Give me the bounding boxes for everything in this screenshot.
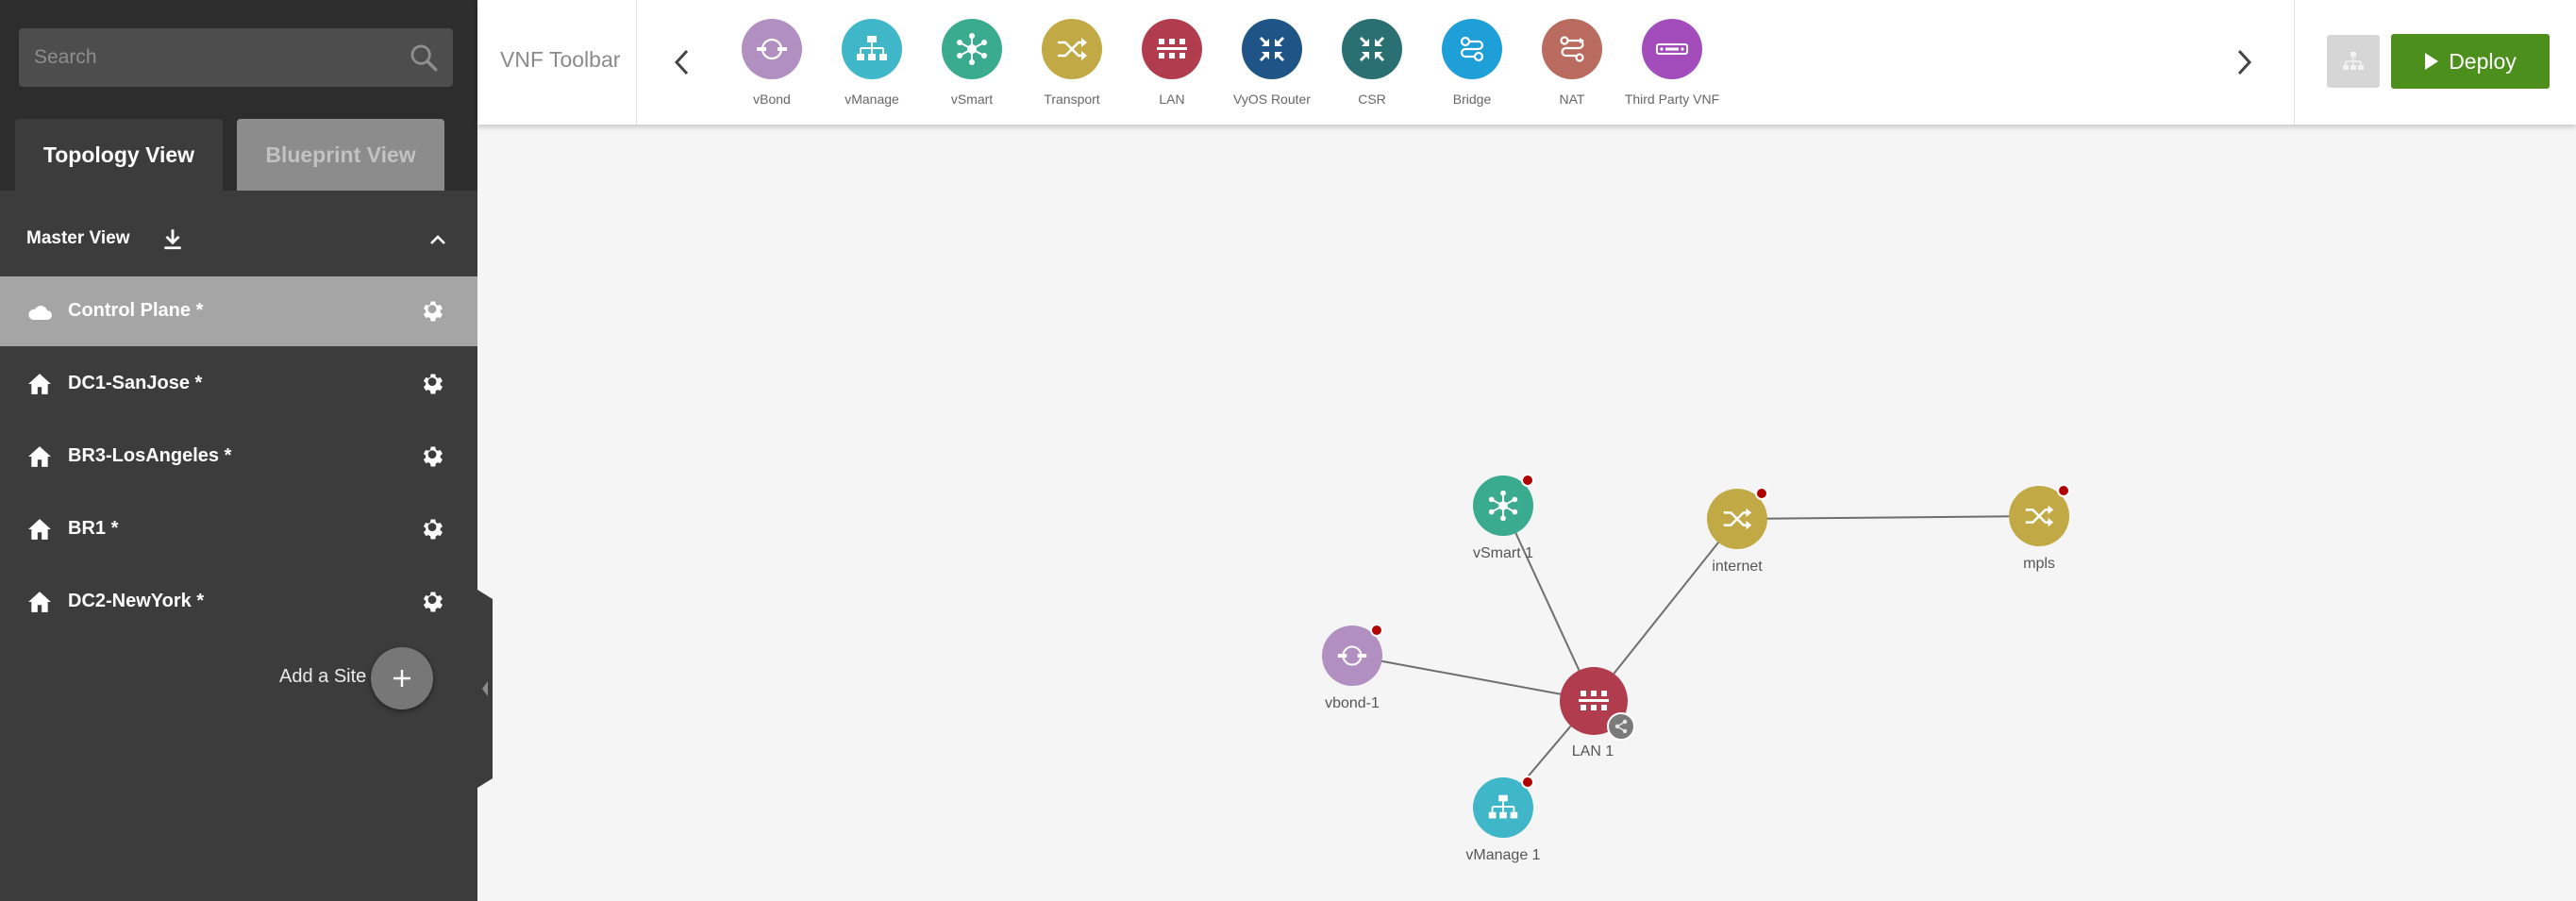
vsmart-icon bbox=[942, 19, 1002, 79]
site-label: DC2-NewYork * bbox=[68, 591, 205, 611]
topology-canvas[interactable]: vSmart 1 internet mpls vbond-1 LAN 1 vMa… bbox=[477, 125, 2576, 901]
deploy-button[interactable]: Deploy bbox=[2391, 34, 2550, 89]
site-item-br1[interactable]: BR1 * bbox=[0, 494, 477, 564]
tool-vbond[interactable]: vBond bbox=[725, 19, 819, 113]
node-label: vbond-1 bbox=[1325, 695, 1380, 711]
site-item-dc1-sanjose[interactable]: DC1-SanJose * bbox=[0, 349, 477, 419]
gear-icon[interactable] bbox=[419, 516, 445, 542]
node-label: vSmart 1 bbox=[1472, 545, 1533, 561]
vyos-router-icon bbox=[1242, 19, 1302, 79]
transport-icon bbox=[1723, 508, 1752, 530]
bridge-icon bbox=[1442, 19, 1502, 79]
status-alert-icon bbox=[1755, 487, 1768, 500]
node-label: internet bbox=[1712, 559, 1763, 575]
tool-lan[interactable]: LAN bbox=[1125, 19, 1219, 113]
home-icon bbox=[28, 446, 51, 467]
plus-icon bbox=[393, 670, 410, 687]
lan-icon bbox=[1579, 691, 1609, 710]
layout-button[interactable] bbox=[2327, 35, 2380, 88]
vnf-toolbar: VNF Toolbar vBond vManage vSmart Transpo… bbox=[477, 0, 2576, 125]
chevron-up-icon[interactable] bbox=[427, 228, 449, 251]
link-lan1-vbond1 bbox=[1351, 655, 1594, 701]
divider bbox=[2294, 0, 2295, 125]
tool-vmanage[interactable]: vManage bbox=[825, 19, 919, 113]
site-item-control-plane[interactable]: Control Plane * bbox=[0, 276, 477, 346]
site-item-br3-losangeles[interactable]: BR3-LosAngeles * bbox=[0, 422, 477, 492]
site-label: Control Plane * bbox=[68, 300, 204, 321]
home-icon bbox=[28, 519, 51, 540]
sidebar-header: Topology View Blueprint View bbox=[0, 0, 477, 191]
search-box[interactable] bbox=[19, 28, 453, 87]
tool-third-party-vnf[interactable]: Third Party VNF bbox=[1625, 19, 1719, 113]
search-input[interactable] bbox=[34, 28, 393, 87]
tab-topology-view[interactable]: Topology View bbox=[15, 119, 223, 191]
site-label: BR1 * bbox=[68, 518, 119, 539]
vmanage-icon bbox=[1488, 794, 1518, 819]
vmanage-icon bbox=[842, 19, 902, 79]
csr-icon bbox=[1342, 19, 1402, 79]
status-alert-icon bbox=[2057, 484, 2070, 497]
node-label: vManage 1 bbox=[1465, 847, 1541, 863]
tab-blueprint-view[interactable]: Blueprint View bbox=[237, 119, 444, 191]
master-view-row[interactable]: Master View bbox=[0, 209, 477, 268]
status-alert-icon bbox=[1521, 474, 1534, 487]
vbond-icon bbox=[742, 19, 802, 79]
site-item-dc2-newyork[interactable]: DC2-NewYork * bbox=[0, 567, 477, 637]
add-site-button[interactable] bbox=[371, 647, 433, 709]
tool-label: Third Party VNF bbox=[1624, 92, 1720, 107]
toolbar-title: VNF Toolbar bbox=[500, 47, 621, 72]
share-icon[interactable] bbox=[1607, 712, 1635, 741]
tool-csr[interactable]: CSR bbox=[1325, 19, 1419, 113]
tool-nat[interactable]: NAT bbox=[1525, 19, 1619, 113]
transport-icon bbox=[1042, 19, 1102, 79]
nat-icon bbox=[1542, 19, 1602, 79]
node-label: mpls bbox=[2023, 556, 2055, 572]
lan-icon bbox=[1142, 19, 1202, 79]
download-icon[interactable] bbox=[160, 226, 185, 251]
link-lan1-internet bbox=[1592, 518, 1738, 701]
gear-icon[interactable] bbox=[419, 298, 445, 325]
gear-icon[interactable] bbox=[419, 443, 445, 470]
tool-transport[interactable]: Transport bbox=[1025, 19, 1119, 113]
master-view-label: Master View bbox=[26, 228, 130, 248]
search-icon[interactable] bbox=[408, 42, 440, 74]
vbond-icon bbox=[1337, 645, 1367, 666]
play-icon bbox=[2425, 53, 2439, 70]
sidebar: Topology View Blueprint View Master View… bbox=[0, 0, 477, 901]
node-label: LAN 1 bbox=[1571, 743, 1614, 759]
status-alert-icon bbox=[1521, 776, 1534, 789]
tool-vsmart[interactable]: vSmart bbox=[925, 19, 1019, 113]
gear-icon[interactable] bbox=[419, 371, 445, 397]
add-site-label: Add a Site bbox=[279, 666, 367, 687]
chevron-left-icon[interactable] bbox=[671, 47, 692, 77]
transport-icon bbox=[2025, 505, 2054, 527]
third-party-vnf-icon bbox=[1642, 19, 1702, 79]
network-layout-icon bbox=[2343, 52, 2364, 70]
site-label: DC1-SanJose * bbox=[68, 373, 203, 393]
link-internet-mpls bbox=[1736, 515, 2040, 520]
site-label: BR3-LosAngeles * bbox=[68, 445, 232, 466]
chevron-right-icon[interactable] bbox=[2234, 47, 2255, 77]
deploy-label: Deploy bbox=[2449, 48, 2517, 74]
home-icon bbox=[28, 592, 51, 612]
tool-vyos-router[interactable]: VyOS Router bbox=[1225, 19, 1319, 113]
divider bbox=[636, 0, 637, 125]
cloud-icon bbox=[28, 306, 52, 320]
tool-bridge[interactable]: Bridge bbox=[1425, 19, 1519, 113]
home-icon bbox=[28, 374, 51, 394]
vsmart-icon bbox=[1488, 490, 1518, 522]
status-alert-icon bbox=[1370, 624, 1383, 637]
gear-icon[interactable] bbox=[419, 589, 445, 615]
